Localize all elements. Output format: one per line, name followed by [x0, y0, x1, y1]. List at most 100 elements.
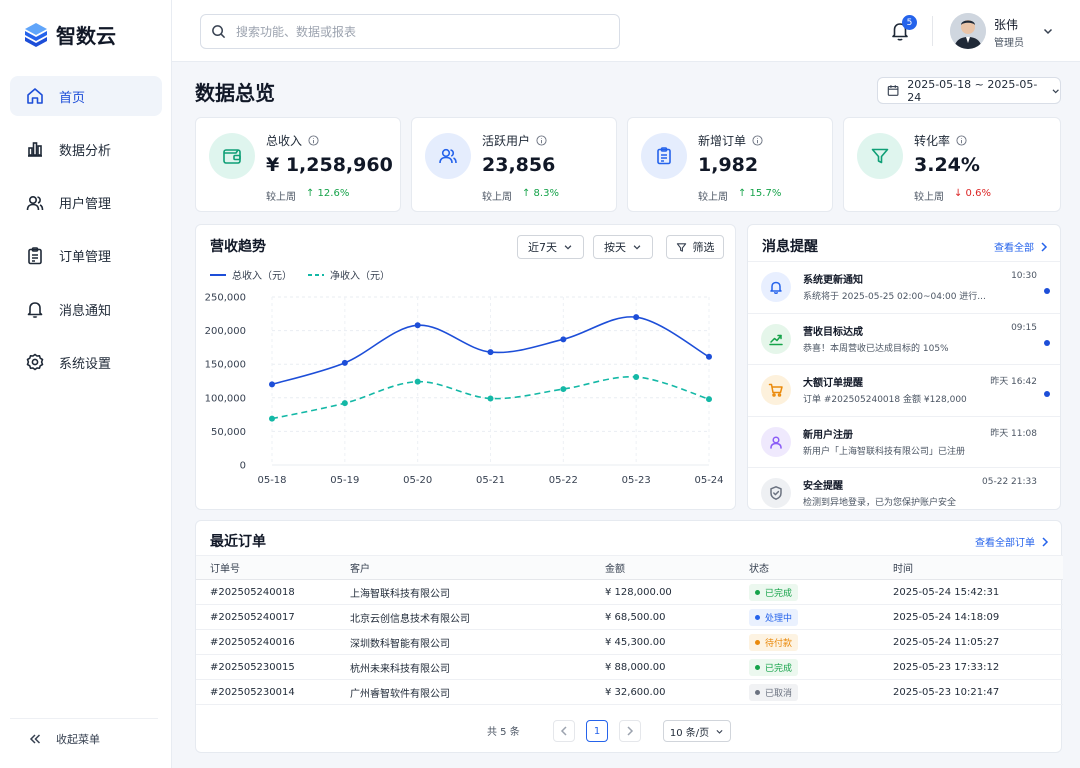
unread-dot: [1044, 339, 1050, 346]
info-icon[interactable]: [752, 135, 763, 146]
users-icon: [425, 133, 471, 179]
kpi-value: 1,982: [698, 154, 759, 176]
kpi-compare-label: 较上周: [698, 192, 728, 203]
sidebar-item-analytics[interactable]: 数据分析: [10, 129, 162, 169]
data-point[interactable]: [487, 395, 494, 402]
page-size-select[interactable]: 10 条/页: [663, 720, 731, 742]
message-item[interactable]: 新用户注册 新用户「上海智联科技有限公司」已注册 昨天 11:08: [748, 415, 1060, 467]
table-row[interactable]: #202505230014 广州睿智软件有限公司 ¥ 32,600.00 已取消 202…: [196, 679, 1063, 705]
notification-button[interactable]: 5: [890, 15, 917, 45]
message-item[interactable]: 营收目标达成 恭喜！本周营收已达成目标的 105% 09:15: [748, 312, 1060, 364]
table-header-row: 订单号 客户 金额 状态 时间: [196, 555, 1063, 580]
order-id[interactable]: #202505240017: [196, 604, 350, 630]
kpi-compare-label: 较上周: [914, 192, 944, 203]
chevron-down-icon[interactable]: [1042, 25, 1054, 37]
data-point[interactable]: [633, 373, 640, 380]
message-item[interactable]: 大额订单提醒 订单 #202505240018 金额 ¥128,000 昨天 16:…: [748, 364, 1060, 415]
data-point[interactable]: [414, 378, 421, 385]
chevron-down-icon: [716, 729, 723, 734]
x-tick-label: 05-22: [549, 475, 578, 486]
data-point[interactable]: [414, 322, 421, 329]
kpi-card-new-orders[interactable]: 新增订单 1,982 较上周 ↑ 15.7%: [627, 117, 833, 212]
order-amount: ¥ 45,300.00: [605, 629, 749, 655]
date-range-picker[interactable]: 2025-05-18 ~ 2025-05-24: [877, 77, 1061, 104]
home-icon: [27, 88, 43, 104]
data-point[interactable]: [269, 415, 275, 422]
sidebar-nav: 首页 数据分析 用户管理 订单管理 消息通知 系统设置: [10, 76, 162, 396]
data-point[interactable]: [487, 349, 494, 356]
kpi-card-active-users[interactable]: 活跃用户 23,856 较上周 ↑ 8.3%: [411, 117, 617, 212]
y-tick-label: 250,000: [205, 293, 246, 304]
messages-title: 消息提醒: [762, 239, 818, 255]
data-point[interactable]: [706, 353, 712, 360]
column-header[interactable]: 金额: [605, 555, 749, 580]
prev-page-button[interactable]: [553, 720, 575, 742]
kpi-card-conversion-rate[interactable]: 转化率 3.24% 较上周 ↓ 0.6%: [843, 117, 1061, 212]
pagination-total: 共 5 条: [487, 727, 520, 738]
search-icon: [212, 25, 226, 39]
logo-icon: [25, 22, 47, 47]
table-row[interactable]: #202505240016 深圳数科智能有限公司 ¥ 45,300.00 待付款 202…: [196, 629, 1063, 655]
table-row[interactable]: #202505230015 杭州未来科技有限公司 ¥ 88,000.00 已完成 202…: [196, 654, 1063, 680]
chevron-right-icon: [627, 726, 634, 736]
order-status-cell: 已完成: [749, 579, 893, 605]
kpi-label: 活跃用户: [482, 134, 531, 148]
range-select[interactable]: 近7天: [517, 235, 584, 259]
y-tick-label: 200,000: [205, 326, 246, 337]
trend-up-icon: [761, 323, 791, 354]
data-point[interactable]: [560, 336, 567, 343]
data-point[interactable]: [341, 359, 348, 366]
bell-icon: [27, 302, 43, 319]
sidebar-item-settings[interactable]: 系统设置: [10, 342, 162, 382]
message-item[interactable]: 安全提醒 检测到异地登录，已为您保护账户安全 05-22 21:33: [748, 467, 1060, 509]
info-icon[interactable]: [536, 135, 547, 146]
data-point[interactable]: [341, 400, 348, 407]
chevron-down-icon: [633, 245, 641, 250]
kpi-change: ↑ 15.7%: [738, 188, 782, 199]
avatar[interactable]: [950, 13, 986, 49]
collapse-menu-button[interactable]: 收起菜单: [10, 718, 158, 747]
table-row[interactable]: #202505240017 北京云创信息技术有限公司 ¥ 68,500.00 处理中 2…: [196, 604, 1063, 630]
sidebar-item-label: 用户管理: [59, 197, 112, 213]
column-header[interactable]: 时间: [893, 555, 1063, 580]
column-header[interactable]: 订单号: [196, 555, 350, 580]
avatar-image: [950, 13, 986, 49]
next-page-button[interactable]: [619, 720, 641, 742]
page-button-current[interactable]: 1: [586, 720, 608, 742]
order-id[interactable]: #202505230015: [196, 654, 350, 680]
kpi-label: 转化率: [914, 134, 951, 148]
sidebar-item-notifications[interactable]: 消息通知: [10, 289, 162, 329]
table-row[interactable]: #202505240018 上海智联科技有限公司 ¥ 128,000.00 已完成 20…: [196, 579, 1063, 605]
info-icon[interactable]: [956, 135, 967, 146]
message-description: 检测到异地登录，已为您保护账户安全: [803, 498, 957, 509]
calendar-icon: [887, 85, 899, 96]
filter-button[interactable]: 筛选: [666, 235, 724, 259]
data-point[interactable]: [269, 381, 275, 388]
order-id[interactable]: #202505230014: [196, 679, 350, 705]
orders-view-all-link[interactable]: 查看全部订单: [975, 534, 1049, 549]
collapse-menu-label: 收起菜单: [56, 733, 100, 746]
view-all-orders-label: 查看全部订单: [975, 538, 1035, 549]
message-item[interactable]: 系统更新通知 系统将于 2025-05-25 02:00~04:00 进行... 1…: [748, 261, 1060, 312]
search-input[interactable]: [236, 24, 616, 39]
info-icon[interactable]: [308, 135, 319, 146]
sidebar-item-home[interactable]: 首页: [10, 76, 162, 116]
order-id[interactable]: #202505240018: [196, 579, 350, 605]
column-header[interactable]: 客户: [350, 555, 605, 580]
order-customer: 北京云创信息技术有限公司: [350, 604, 605, 630]
messages-view-all-link[interactable]: 查看全部: [994, 239, 1048, 254]
search-box[interactable]: [200, 14, 620, 49]
sidebar-item-orders[interactable]: 订单管理: [10, 236, 162, 276]
granularity-select[interactable]: 按天: [593, 235, 653, 259]
kpi-card-revenue[interactable]: 总收入 ¥ 1,258,960 较上周 ↑ 12.6%: [195, 117, 401, 212]
sidebar-item-users[interactable]: 用户管理: [10, 183, 162, 223]
logo[interactable]: 智数云: [24, 20, 116, 49]
data-point[interactable]: [633, 314, 640, 321]
user-name[interactable]: 张伟: [994, 16, 1018, 33]
data-point[interactable]: [706, 396, 712, 403]
data-point[interactable]: [560, 386, 567, 393]
order-id[interactable]: #202505240016: [196, 629, 350, 655]
message-description: 订单 #202505240018 金额 ¥128,000: [803, 395, 967, 406]
column-header[interactable]: 状态: [749, 555, 893, 580]
revenue-trend-title: 营收趋势: [210, 239, 266, 255]
